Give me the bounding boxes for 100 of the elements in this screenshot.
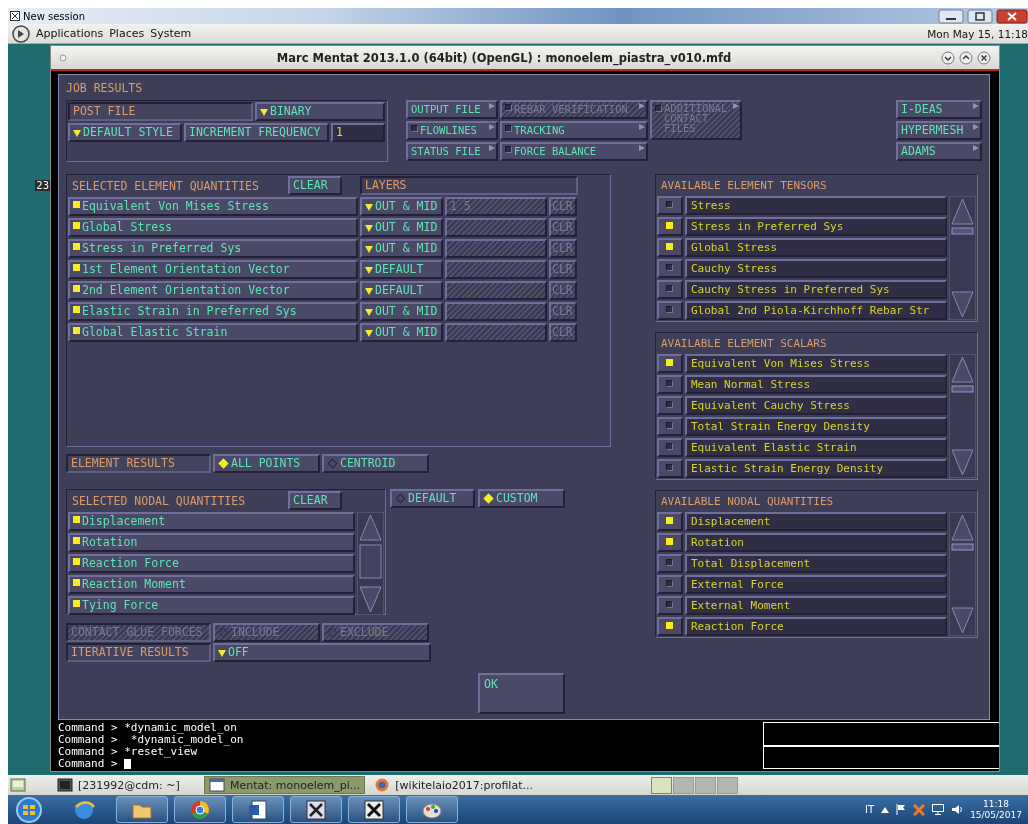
checkbox-button[interactable] bbox=[657, 396, 683, 415]
quantity-item[interactable]: Rotation bbox=[685, 533, 947, 552]
radio-option[interactable]: ALL POINTS bbox=[213, 454, 320, 473]
checkbox-button[interactable] bbox=[657, 596, 683, 615]
quantity-item[interactable]: Displacement bbox=[68, 512, 355, 531]
checkbox-button[interactable] bbox=[657, 575, 683, 594]
increment-field[interactable]: 1 bbox=[331, 123, 385, 142]
workspace-button[interactable] bbox=[673, 776, 694, 794]
export-button[interactable]: HYPERMESH bbox=[896, 121, 982, 140]
checkbox-button[interactable] bbox=[657, 438, 683, 457]
checkbox-button[interactable] bbox=[657, 280, 683, 299]
checkbox[interactable] bbox=[411, 125, 418, 132]
workspace-button[interactable] bbox=[717, 776, 738, 794]
quantity-item[interactable]: Stress in Preferred Sys bbox=[68, 239, 358, 258]
checkbox-button[interactable] bbox=[657, 554, 683, 573]
checkbox[interactable] bbox=[666, 464, 673, 471]
language-indicator[interactable]: IT bbox=[865, 804, 875, 815]
checkbox-button[interactable] bbox=[657, 301, 683, 320]
checkbox[interactable] bbox=[666, 559, 673, 566]
task-button[interactable]: Mentat: monoelem_pi... bbox=[204, 776, 366, 794]
layer-dropdown[interactable]: OUT & MID bbox=[360, 197, 443, 216]
checkbox-button[interactable] bbox=[657, 375, 683, 394]
workspace-button[interactable] bbox=[651, 776, 672, 794]
format-dropdown[interactable]: BINARY bbox=[255, 102, 385, 121]
quantity-item[interactable]: Total Strain Energy Density bbox=[685, 417, 947, 436]
checkbox-button[interactable] bbox=[657, 196, 683, 215]
checkbox-button[interactable] bbox=[657, 417, 683, 436]
quantity-item[interactable]: Stress in Preferred Sys bbox=[685, 217, 947, 236]
checkbox-button[interactable] bbox=[657, 259, 683, 278]
quantity-item[interactable]: Global 2nd Piola-Kirchhoff Rebar Str bbox=[685, 301, 947, 320]
iterative-dropdown[interactable]: OFF bbox=[213, 643, 431, 662]
checkbox-button[interactable] bbox=[657, 617, 683, 636]
checkbox-button[interactable] bbox=[657, 512, 683, 531]
quantity-item[interactable]: Global Stress bbox=[68, 218, 358, 237]
checkbox[interactable] bbox=[666, 201, 673, 208]
toggle-button[interactable]: FORCE BALANCE bbox=[500, 142, 648, 161]
quantity-item[interactable]: Rotation bbox=[68, 533, 355, 552]
quantity-item[interactable]: 1st Element Orientation Vector bbox=[68, 260, 358, 279]
quantity-item[interactable]: Global Elastic Strain bbox=[68, 323, 358, 342]
checkbox-button[interactable] bbox=[657, 354, 683, 373]
quantity-item[interactable]: Stress bbox=[685, 196, 947, 215]
layer-dropdown[interactable]: OUT & MID bbox=[360, 218, 443, 237]
quantity-item[interactable]: Total Displacement bbox=[685, 554, 947, 573]
checkbox[interactable] bbox=[666, 401, 673, 408]
export-button[interactable]: ADAMS bbox=[896, 142, 982, 161]
checkbox[interactable] bbox=[505, 146, 512, 153]
quantity-item[interactable]: Equivalent Cauchy Stress bbox=[685, 396, 947, 415]
checkbox[interactable] bbox=[666, 601, 673, 608]
task-button[interactable]: [wikitelaio2017:profilat... bbox=[369, 776, 538, 794]
increment-frequency-button[interactable]: INCREMENT FREQUENCY bbox=[184, 123, 329, 142]
checkbox[interactable] bbox=[666, 580, 673, 587]
ok-button[interactable]: OK bbox=[478, 673, 565, 714]
quantity-item[interactable]: Equivalent Von Mises Stress bbox=[685, 354, 947, 373]
panel-menu[interactable]: Applications bbox=[36, 27, 104, 40]
taskbar-app[interactable] bbox=[406, 796, 458, 823]
quantity-item[interactable]: External Moment bbox=[685, 596, 947, 615]
clear-button[interactable]: CLEAR bbox=[288, 176, 342, 195]
checkbox[interactable] bbox=[505, 125, 512, 132]
quantity-item[interactable]: Reaction Moment bbox=[68, 575, 355, 594]
checkbox[interactable] bbox=[666, 285, 673, 292]
taskbar-app[interactable] bbox=[290, 796, 342, 823]
quantity-item[interactable]: 2nd Element Orientation Vector bbox=[68, 281, 358, 300]
checkbox[interactable] bbox=[666, 264, 673, 271]
style-dropdown[interactable]: DEFAULT STYLE bbox=[68, 123, 182, 142]
quantity-item[interactable]: Elastic Strain in Preferred Sys bbox=[68, 302, 358, 321]
toggle-button[interactable]: FLOWLINES bbox=[406, 121, 498, 140]
checkbox[interactable] bbox=[666, 306, 673, 313]
quantity-item[interactable]: Cauchy Stress in Preferred Sys bbox=[685, 280, 947, 299]
panel-menu[interactable]: Places bbox=[109, 27, 145, 40]
checkbox[interactable] bbox=[666, 380, 673, 387]
quantity-item[interactable]: Mean Normal Stress bbox=[685, 375, 947, 394]
quantity-item[interactable]: Elastic Strain Energy Density bbox=[685, 459, 947, 478]
toggle-button[interactable]: TRACKING bbox=[500, 121, 648, 140]
checkbox[interactable] bbox=[666, 443, 673, 450]
layer-dropdown[interactable]: OUT & MID bbox=[360, 323, 443, 342]
quantity-item[interactable]: Displacement bbox=[685, 512, 947, 531]
quantity-item[interactable]: Reaction Force bbox=[68, 554, 355, 573]
quantity-item[interactable]: Global Stress bbox=[685, 238, 947, 257]
quantity-item[interactable]: Cauchy Stress bbox=[685, 259, 947, 278]
quantity-item[interactable]: Equivalent Elastic Strain bbox=[685, 438, 947, 457]
checkbox-button[interactable] bbox=[657, 238, 683, 257]
checkbox[interactable] bbox=[666, 422, 673, 429]
quantity-item[interactable]: External Force bbox=[685, 575, 947, 594]
radio-option[interactable]: CUSTOM bbox=[478, 489, 565, 508]
checkbox-button[interactable] bbox=[657, 459, 683, 478]
workspace-button[interactable] bbox=[695, 776, 716, 794]
quantity-item[interactable]: Equivalent Von Mises Stress bbox=[68, 197, 358, 216]
taskbar-app[interactable] bbox=[232, 796, 284, 823]
taskbar-app[interactable] bbox=[348, 796, 400, 823]
file-button[interactable]: OUTPUT FILE bbox=[406, 100, 498, 119]
layer-dropdown[interactable]: OUT & MID bbox=[360, 239, 443, 258]
checkbox-button[interactable] bbox=[657, 533, 683, 552]
quantity-item[interactable]: Tying Force bbox=[68, 596, 355, 615]
checkbox-button[interactable] bbox=[657, 217, 683, 236]
task-button[interactable]: [231992@cdm: ~] bbox=[52, 776, 200, 794]
radio-option[interactable]: CENTROID bbox=[322, 454, 429, 473]
radio-option[interactable]: DEFAULT bbox=[390, 489, 475, 508]
layer-dropdown[interactable]: OUT & MID bbox=[360, 302, 443, 321]
panel-menu[interactable]: System bbox=[150, 27, 192, 40]
clear-button[interactable]: CLEAR bbox=[288, 491, 342, 510]
